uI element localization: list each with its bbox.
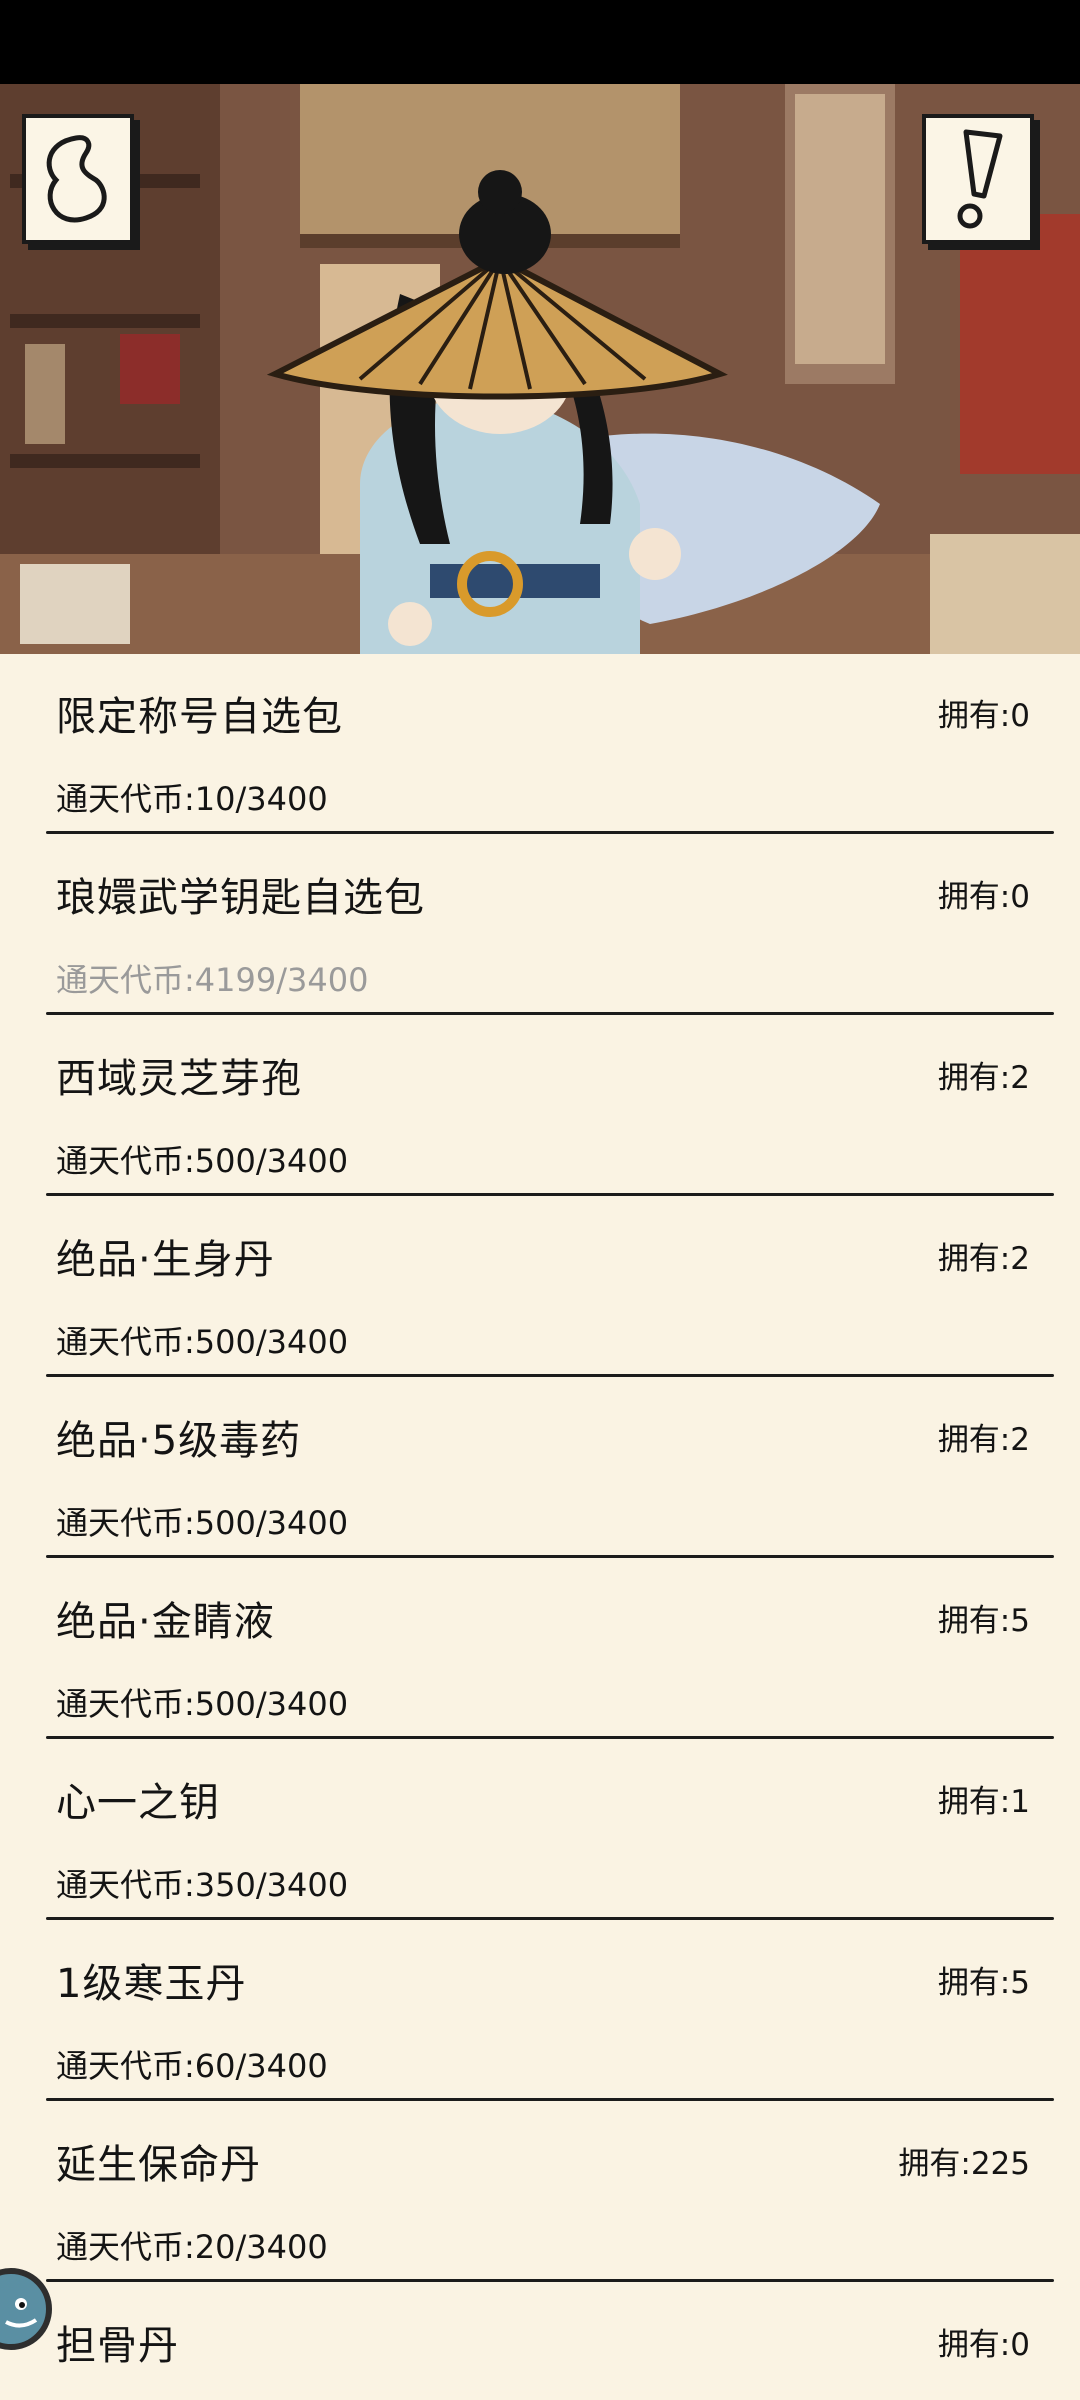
row-divider — [46, 1736, 1054, 1739]
character-illustration — [0, 84, 1080, 654]
row-divider — [46, 1374, 1054, 1377]
row-divider — [46, 831, 1054, 834]
exchange-item-list[interactable]: 限定称号自选包 拥有:0 通天代币:10/3400 琅嬛武学钥匙自选包 拥有:0… — [0, 654, 1080, 2400]
item-name: 1级寒玉丹 — [56, 1961, 247, 2007]
item-cost: 通天代币:20/3400 — [56, 2228, 328, 2266]
item-name: 担骨丹 — [56, 2323, 179, 2369]
item-name: 限定称号自选包 — [56, 694, 343, 740]
item-owned-count: 拥有:5 — [937, 1965, 1030, 2001]
item-owned-count: 拥有:2 — [937, 1060, 1030, 1096]
row-divider — [46, 2098, 1054, 2101]
exchange-item[interactable]: 琅嬛武学钥匙自选包 拥有:0 通天代币:4199/3400 — [0, 835, 1080, 1016]
item-cost: 通天代币:500/3400 — [56, 1504, 349, 1542]
exchange-item[interactable]: 西域灵芝芽孢 拥有:2 通天代币:500/3400 — [0, 1016, 1080, 1197]
mascot-icon — [5, 2298, 38, 2328]
item-cost: 通天代币:500/3400 — [56, 1142, 349, 1180]
exclamation-icon — [957, 129, 1003, 229]
item-name: 绝品·金睛液 — [56, 1599, 275, 1645]
row-divider — [46, 1555, 1054, 1558]
exchange-item[interactable]: 绝品·金睛液 拥有:5 通天代币:500/3400 — [0, 1559, 1080, 1740]
row-divider — [46, 1012, 1054, 1015]
item-cost: 通天代币:350/3400 — [56, 1866, 349, 1904]
exchange-item[interactable]: 延生保命丹 拥有:225 通天代币:20/3400 — [0, 2102, 1080, 2283]
item-owned-count: 拥有:0 — [937, 879, 1030, 915]
shop-banner-art — [0, 84, 1080, 654]
item-owned-count: 拥有:225 — [898, 2146, 1030, 2182]
status-bar — [0, 0, 1080, 84]
row-divider — [46, 1917, 1054, 1920]
item-cost: 通天代币:60/3400 — [56, 2047, 328, 2085]
back-swirl-icon — [46, 135, 107, 223]
back-button[interactable] — [22, 114, 134, 244]
item-name: 西域灵芝芽孢 — [56, 1056, 302, 1102]
row-divider — [46, 2279, 1054, 2282]
exchange-item[interactable]: 限定称号自选包 拥有:0 通天代币:10/3400 — [0, 654, 1080, 835]
item-owned-count: 拥有:0 — [937, 2327, 1030, 2363]
item-owned-count: 拥有:1 — [937, 1784, 1030, 1820]
row-divider — [46, 1193, 1054, 1196]
item-name: 延生保命丹 — [56, 2142, 261, 2188]
exchange-item[interactable]: 绝品·生身丹 拥有:2 通天代币:500/3400 — [0, 1197, 1080, 1378]
item-cost: 通天代币:10/3400 — [56, 780, 328, 818]
item-cost-insufficient: 通天代币:4199/3400 — [56, 961, 369, 999]
exchange-item[interactable]: 绝品·5级毒药 拥有:2 通天代币:500/3400 — [0, 1378, 1080, 1559]
item-cost: 通天代币:500/3400 — [56, 1685, 349, 1723]
item-owned-count: 拥有:0 — [937, 698, 1030, 734]
info-button[interactable] — [922, 114, 1034, 244]
item-name: 绝品·生身丹 — [56, 1237, 275, 1283]
item-cost: 通天代币:500/3400 — [56, 1323, 349, 1361]
item-name: 琅嬛武学钥匙自选包 — [56, 875, 425, 921]
exchange-item[interactable]: 担骨丹 拥有:0 — [0, 2283, 1080, 2400]
item-owned-count: 拥有:5 — [937, 1603, 1030, 1639]
item-name: 心一之钥 — [56, 1780, 220, 1826]
item-owned-count: 拥有:2 — [937, 1241, 1030, 1277]
exchange-item[interactable]: 1级寒玉丹 拥有:5 通天代币:60/3400 — [0, 1921, 1080, 2102]
item-owned-count: 拥有:2 — [937, 1422, 1030, 1458]
item-name: 绝品·5级毒药 — [56, 1418, 302, 1464]
exchange-item[interactable]: 心一之钥 拥有:1 通天代币:350/3400 — [0, 1740, 1080, 1921]
